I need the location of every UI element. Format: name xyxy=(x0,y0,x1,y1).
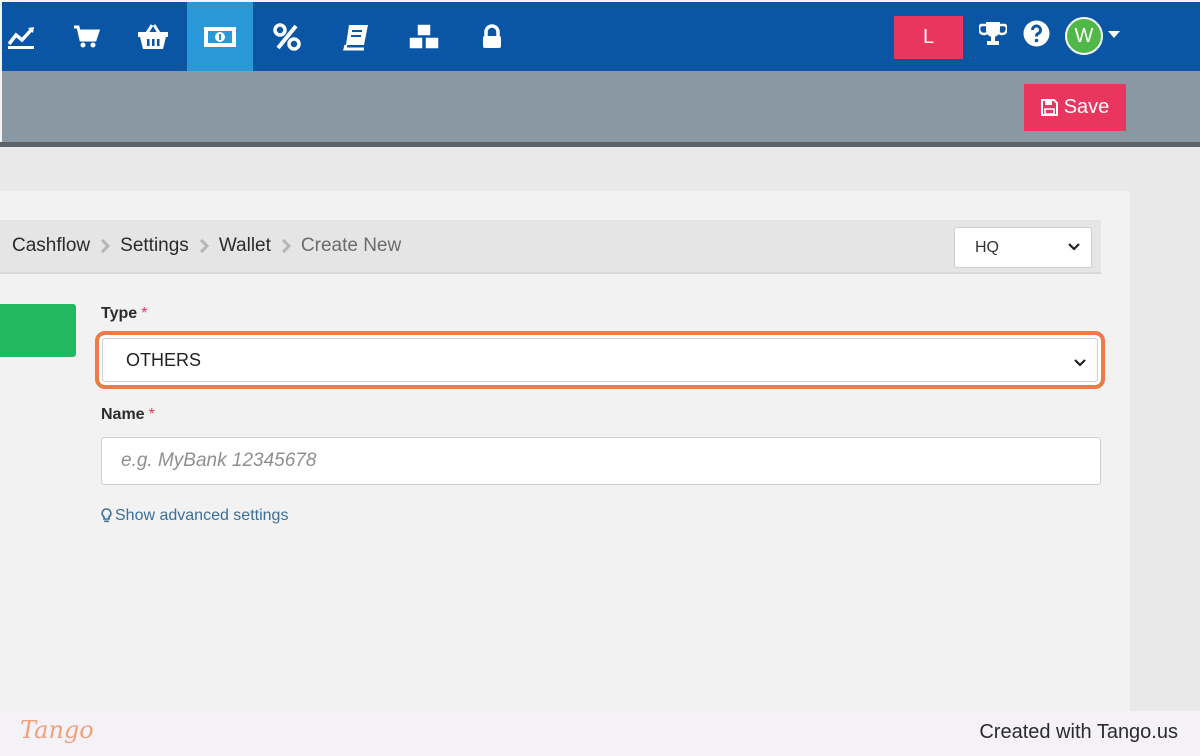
required-mark: * xyxy=(148,406,155,423)
chevron-right-icon xyxy=(100,239,111,253)
toolbar-divider xyxy=(0,142,1200,147)
boxes-icon[interactable] xyxy=(391,2,457,71)
name-input[interactable] xyxy=(101,437,1101,485)
chevron-down-icon[interactable] xyxy=(1108,31,1120,38)
save-button[interactable]: Save xyxy=(1024,84,1126,131)
top-nav: L W xyxy=(0,0,1200,71)
footer-credit: Created with Tango.us xyxy=(979,721,1178,743)
chart-line-icon[interactable] xyxy=(0,2,54,71)
breadcrumb-wallet[interactable]: Wallet xyxy=(219,235,271,257)
type-select-value: OTHERS xyxy=(126,349,202,370)
lock-icon[interactable] xyxy=(459,2,525,71)
trophy-icon[interactable] xyxy=(978,18,1008,48)
percent-icon[interactable] xyxy=(254,2,320,71)
name-label-text: Name xyxy=(101,406,145,423)
branch-select[interactable]: HQ xyxy=(954,227,1092,268)
book-icon[interactable] xyxy=(323,2,389,71)
chevron-right-icon xyxy=(281,239,291,253)
chevron-down-icon xyxy=(1073,354,1087,375)
tango-logo: Tango xyxy=(20,716,94,744)
lightbulb-icon xyxy=(101,508,112,523)
save-icon xyxy=(1040,99,1058,116)
branch-select-value: HQ xyxy=(975,238,999,256)
user-badge[interactable]: L xyxy=(894,16,963,59)
basket-icon[interactable] xyxy=(120,2,186,71)
breadcrumb-cashflow[interactable]: Cashflow xyxy=(12,235,90,257)
chevron-right-icon xyxy=(199,239,209,253)
save-label: Save xyxy=(1063,96,1110,118)
money-icon[interactable] xyxy=(187,2,253,71)
breadcrumb-trail: Cashflow Settings Wallet Create New xyxy=(12,233,401,259)
side-tab[interactable] xyxy=(0,304,76,357)
breadcrumb-create-new: Create New xyxy=(300,235,402,256)
name-label: Name * xyxy=(101,406,155,424)
show-advanced-settings-link[interactable]: Show advanced settings xyxy=(101,507,288,525)
chevron-down-icon xyxy=(1067,240,1081,259)
required-mark: * xyxy=(141,305,148,322)
type-select[interactable]: OTHERS xyxy=(95,331,1105,389)
cart-icon[interactable] xyxy=(53,2,119,71)
advanced-link-text: Show advanced settings xyxy=(115,507,289,524)
avatar[interactable]: W xyxy=(1065,17,1103,55)
type-label: Type * xyxy=(101,305,147,323)
breadcrumb-settings[interactable]: Settings xyxy=(120,235,189,257)
help-icon[interactable] xyxy=(1021,18,1051,48)
type-select-box[interactable]: OTHERS xyxy=(102,338,1098,382)
toolbar xyxy=(0,71,1200,142)
type-label-text: Type xyxy=(101,305,138,322)
